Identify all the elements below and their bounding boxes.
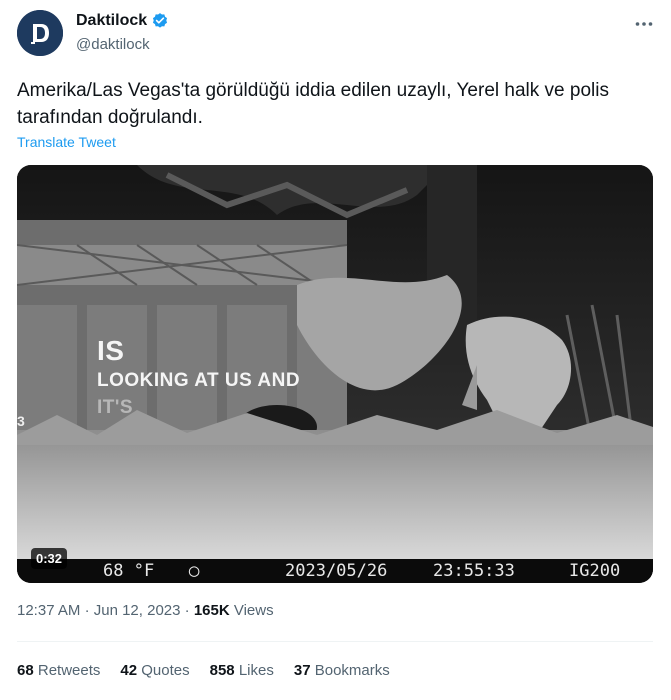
avatar-logo-icon xyxy=(17,10,63,56)
engagement-stats: 68 Retweets 42 Quotes 858 Likes 37 Bookm… xyxy=(17,662,390,679)
retweets-count: 68 xyxy=(17,662,34,679)
video-duration-badge: 0:32 xyxy=(31,548,68,569)
divider xyxy=(17,641,653,642)
tweet-date[interactable]: Jun 12, 2023 xyxy=(94,602,181,619)
tweet-card: Daktilock @daktilock Amerika/Las Vegas't… xyxy=(0,0,671,700)
author-display-name[interactable]: Daktilock xyxy=(76,12,147,30)
likes-stat[interactable]: 858 Likes xyxy=(210,662,274,679)
likes-label: Likes xyxy=(238,662,274,679)
retweets-label: Retweets xyxy=(37,662,101,679)
video-player[interactable]: IS LOOKING AT US AND IT'S 3 68 °F ◯ 2023… xyxy=(17,165,653,583)
views-count: 165K xyxy=(193,602,230,619)
author-name-row[interactable]: Daktilock xyxy=(76,12,169,30)
moon-phase-icon: ◯ xyxy=(189,561,200,581)
hud-date: 2023/05/26 xyxy=(285,561,388,581)
avatar[interactable] xyxy=(17,10,63,56)
tweet-time[interactable]: 12:37 AM xyxy=(17,602,80,619)
verified-badge-icon xyxy=(153,13,168,28)
camera-hud: 68 °F ◯ 2023/05/26 23:55:33 IG200 xyxy=(17,559,653,583)
bookmarks-stat[interactable]: 37 Bookmarks xyxy=(294,662,390,679)
author-handle[interactable]: @daktilock xyxy=(76,36,150,53)
meta-separator: · xyxy=(184,602,194,619)
bookmarks-count: 37 xyxy=(293,662,311,679)
quotes-label: Quotes xyxy=(141,662,190,679)
hud-camera-id: IG200 xyxy=(569,561,621,581)
caption-line-1: IS xyxy=(97,335,125,366)
translate-tweet-link[interactable]: Translate Tweet xyxy=(17,134,116,150)
quotes-stat[interactable]: 42 Quotes xyxy=(120,662,189,679)
more-options-button[interactable] xyxy=(632,12,656,36)
tweet-text: Amerika/Las Vegas'ta görüldüğü iddia edi… xyxy=(17,80,609,128)
hud-time: 23:55:33 xyxy=(433,561,515,581)
quotes-count: 42 xyxy=(120,662,138,679)
hud-temperature: 68 °F xyxy=(103,561,155,581)
caption-line-3: IT'S xyxy=(97,397,134,418)
tweet-meta: 12:37 AM · Jun 12, 2023 · 165K Views xyxy=(17,602,274,619)
likes-count: 858 xyxy=(209,662,235,679)
bookmarks-label: Bookmarks xyxy=(314,662,390,679)
edge-digit: 3 xyxy=(17,413,25,429)
retweets-stat[interactable]: 68 Retweets xyxy=(17,662,100,679)
meta-separator: · xyxy=(84,602,94,619)
caption-line-2: LOOKING AT US AND xyxy=(97,370,301,391)
views-label: Views xyxy=(233,602,274,619)
more-dots-icon xyxy=(635,22,653,26)
